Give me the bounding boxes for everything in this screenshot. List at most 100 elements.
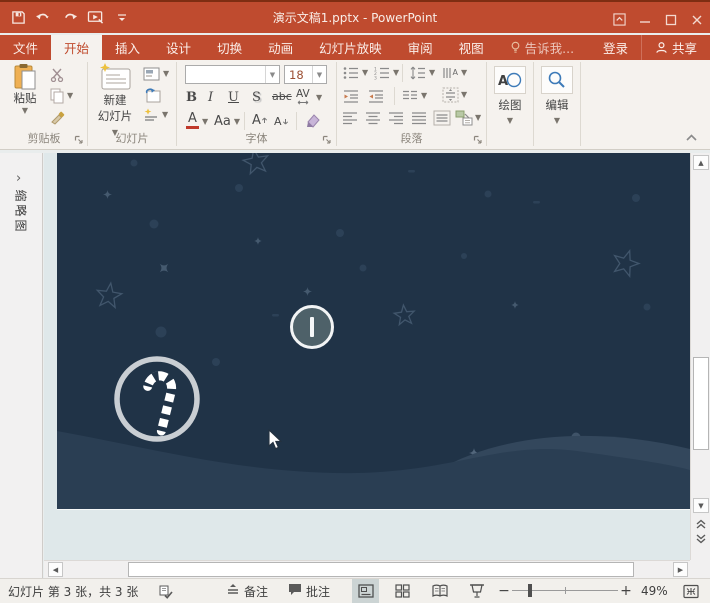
horizontal-scroll-thumb[interactable] — [128, 562, 634, 577]
decrease-font-size-button[interactable]: A — [274, 115, 289, 128]
fit-slide-to-window-button[interactable] — [683, 579, 699, 603]
increase-indent-button[interactable] — [368, 89, 384, 103]
slide-number-indicator[interactable]: 幻灯片 第 3 张，共 3 张 — [8, 579, 138, 603]
align-left-button[interactable] — [342, 111, 358, 125]
zoom-in-button[interactable]: + — [620, 583, 632, 599]
expand-pane-chevron-icon[interactable]: › — [16, 171, 21, 186]
reading-view-button[interactable] — [426, 579, 453, 603]
close-icon[interactable] — [684, 4, 710, 35]
tab-review[interactable]: 审阅 — [395, 35, 446, 60]
line-spacing-button[interactable]: ▼ — [410, 66, 435, 80]
minimize-icon[interactable] — [632, 4, 658, 35]
bold-button[interactable]: B — [186, 90, 197, 105]
align-text-caret: ▼ — [461, 91, 467, 99]
underline-button[interactable]: U — [228, 90, 239, 105]
maximize-icon[interactable] — [658, 4, 684, 35]
increase-font-size-button[interactable]: A — [252, 113, 268, 128]
align-center-button[interactable] — [365, 111, 381, 125]
bullets-button[interactable]: ▼ — [343, 66, 368, 80]
spell-check-icon[interactable] — [158, 579, 173, 603]
tab-file[interactable]: 文件 — [0, 35, 51, 60]
next-slide-icon[interactable] — [693, 531, 709, 546]
notes-toggle[interactable]: 备注 — [226, 579, 268, 603]
tab-insert[interactable]: 插入 — [102, 35, 153, 60]
save-icon[interactable] — [6, 6, 30, 30]
redo-icon[interactable] — [58, 6, 82, 30]
collapse-ribbon-button[interactable] — [685, 131, 698, 145]
start-slideshow-icon[interactable] — [84, 6, 108, 30]
text-direction-button[interactable]: A ▼ — [442, 66, 467, 80]
decrease-indent-button[interactable] — [343, 89, 359, 103]
change-case-button[interactable]: Aa▼ — [214, 114, 240, 129]
zoom-out-button[interactable]: − — [498, 583, 510, 599]
distribute-button[interactable] — [433, 110, 451, 126]
slide-layout-button[interactable]: ▼ — [143, 67, 169, 81]
strikethrough-button[interactable]: abc — [272, 90, 292, 103]
ribbon-display-options-icon[interactable] — [606, 4, 632, 35]
font-color-button[interactable]: A — [186, 112, 199, 129]
slide-sorter-view-button[interactable] — [389, 579, 416, 603]
tab-transitions[interactable]: 切换 — [204, 35, 255, 60]
scroll-left-icon[interactable]: ◀ — [48, 562, 63, 577]
vertical-scrollbar[interactable]: ▲ ▼ — [690, 153, 710, 578]
font-color-caret[interactable]: ▼ — [202, 118, 208, 126]
zoom-slider-thumb[interactable] — [528, 584, 532, 597]
clear-formatting-button[interactable] — [304, 112, 322, 128]
font-size-combo[interactable]: 18 ▼ — [284, 65, 327, 84]
font-size-dropdown[interactable]: ▼ — [312, 66, 326, 83]
clipboard-dialog-launcher[interactable] — [74, 134, 84, 144]
copy-button[interactable]: ▼ — [50, 88, 73, 104]
zoom-slider[interactable] — [512, 579, 618, 603]
editing-button[interactable]: 编辑 ▼ — [539, 66, 575, 125]
vertical-scroll-thumb[interactable] — [693, 357, 709, 450]
customize-qat-icon[interactable] — [110, 6, 134, 30]
undo-icon[interactable] — [32, 6, 56, 30]
numbering-button[interactable]: 123 ▼ — [374, 66, 399, 80]
slide[interactable] — [57, 153, 690, 509]
align-right-button[interactable] — [388, 111, 404, 125]
tab-view[interactable]: 视图 — [446, 35, 497, 60]
justify-button[interactable] — [411, 111, 427, 125]
italic-button[interactable]: I — [208, 90, 213, 105]
tab-design[interactable]: 设计 — [153, 35, 204, 60]
circle-bar-icon[interactable] — [290, 305, 334, 349]
zoom-percentage[interactable]: 49% — [641, 579, 668, 603]
new-slide-button[interactable]: 新建 幻灯片 ▼ — [93, 63, 137, 140]
scroll-right-icon[interactable]: ▶ — [673, 562, 688, 577]
slideshow-view-button[interactable] — [463, 579, 490, 603]
convert-smartart-button[interactable]: ▼ — [455, 110, 481, 126]
align-text-button[interactable]: ▼ — [442, 87, 467, 103]
tab-animations[interactable]: 动画 — [255, 35, 306, 60]
tell-me-box[interactable]: 告诉我... — [497, 35, 587, 60]
cut-button[interactable] — [50, 68, 66, 82]
comments-toggle[interactable]: 批注 — [288, 579, 330, 603]
font-dialog-launcher[interactable] — [322, 134, 332, 144]
paste-label: 粘贴 — [14, 91, 37, 107]
paragraph-dialog-launcher[interactable] — [473, 134, 483, 144]
paste-button[interactable]: 粘贴 ▼ — [6, 63, 44, 115]
drawing-button[interactable]: A 绘图 ▼ — [492, 66, 528, 125]
tab-home[interactable]: 开始 — [51, 35, 102, 60]
tab-slideshow[interactable]: 幻灯片放映 — [306, 35, 395, 60]
scroll-down-icon[interactable]: ▼ — [693, 498, 709, 513]
scroll-up-icon[interactable]: ▲ — [693, 155, 709, 170]
sign-in-button[interactable]: 登录 — [590, 35, 641, 60]
font-name-combo[interactable]: ▼ — [185, 65, 280, 84]
spacing-dropdown-caret[interactable]: ▼ — [316, 94, 322, 102]
format-painter-button[interactable] — [50, 110, 66, 126]
tab-label: 插入 — [115, 38, 140, 57]
candy-cane-icon[interactable] — [57, 153, 690, 509]
character-spacing-button[interactable]: AV — [296, 88, 310, 105]
font-name-dropdown[interactable]: ▼ — [265, 66, 279, 83]
sign-in-label: 登录 — [603, 38, 628, 57]
tab-label: 视图 — [459, 38, 484, 57]
reset-slide-button[interactable] — [144, 87, 161, 103]
horizontal-scrollbar[interactable]: ◀ ▶ — [44, 560, 690, 578]
share-button[interactable]: 共享 — [641, 35, 710, 60]
previous-slide-icon[interactable] — [693, 516, 709, 531]
section-button[interactable]: ▼ — [143, 108, 168, 122]
thumbnail-pane-collapsed[interactable]: › 缩略图 — [0, 153, 43, 578]
columns-button[interactable]: ▼ — [402, 89, 427, 103]
text-shadow-button[interactable]: S — [252, 90, 261, 105]
normal-view-button[interactable] — [352, 579, 379, 603]
